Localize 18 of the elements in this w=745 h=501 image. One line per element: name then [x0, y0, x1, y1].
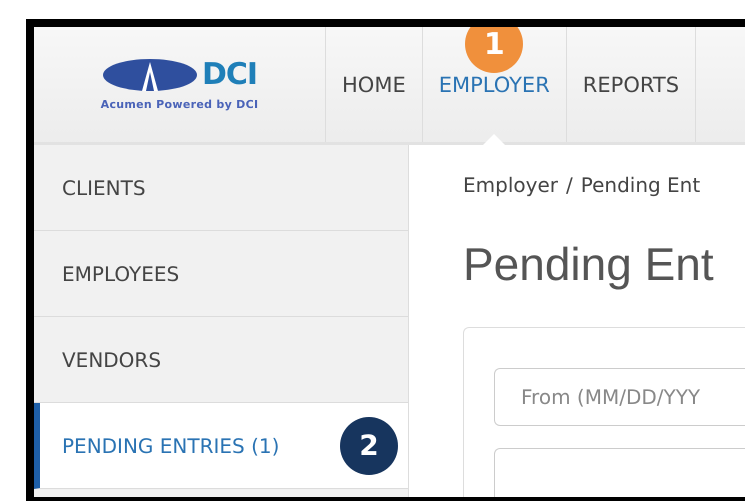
logo-tagline: Acumen Powered by DCI — [100, 98, 258, 111]
nav-tab[interactable]: REPORTS — [566, 27, 696, 142]
sidebar-item[interactable]: EMPLOYEES — [34, 231, 408, 317]
nav-tab[interactable]: EMPLOYER 1 — [422, 27, 567, 142]
breadcrumb-link[interactable]: Pending Ent — [580, 173, 700, 197]
breadcrumb-separator: / — [566, 173, 573, 197]
sidebar-item[interactable]: PENDING ENTRIES (1) 2 — [34, 403, 408, 489]
logo-wordmark: DCI — [202, 60, 258, 90]
date-field[interactable] — [494, 448, 745, 497]
breadcrumb-link[interactable]: Employer — [463, 173, 558, 197]
from-date-field[interactable]: From (MM/DD/YYY — [494, 368, 745, 426]
page-title: Pending Ent — [463, 237, 714, 291]
step-number-badge: 1 — [465, 27, 524, 73]
sidebar-item[interactable]: CLIENTS — [34, 145, 408, 231]
nav-tab[interactable]: HOME — [326, 27, 423, 142]
step-number-badge: 2 — [340, 416, 398, 474]
tab-pointer-icon — [483, 134, 506, 145]
logo-icon — [102, 58, 198, 92]
